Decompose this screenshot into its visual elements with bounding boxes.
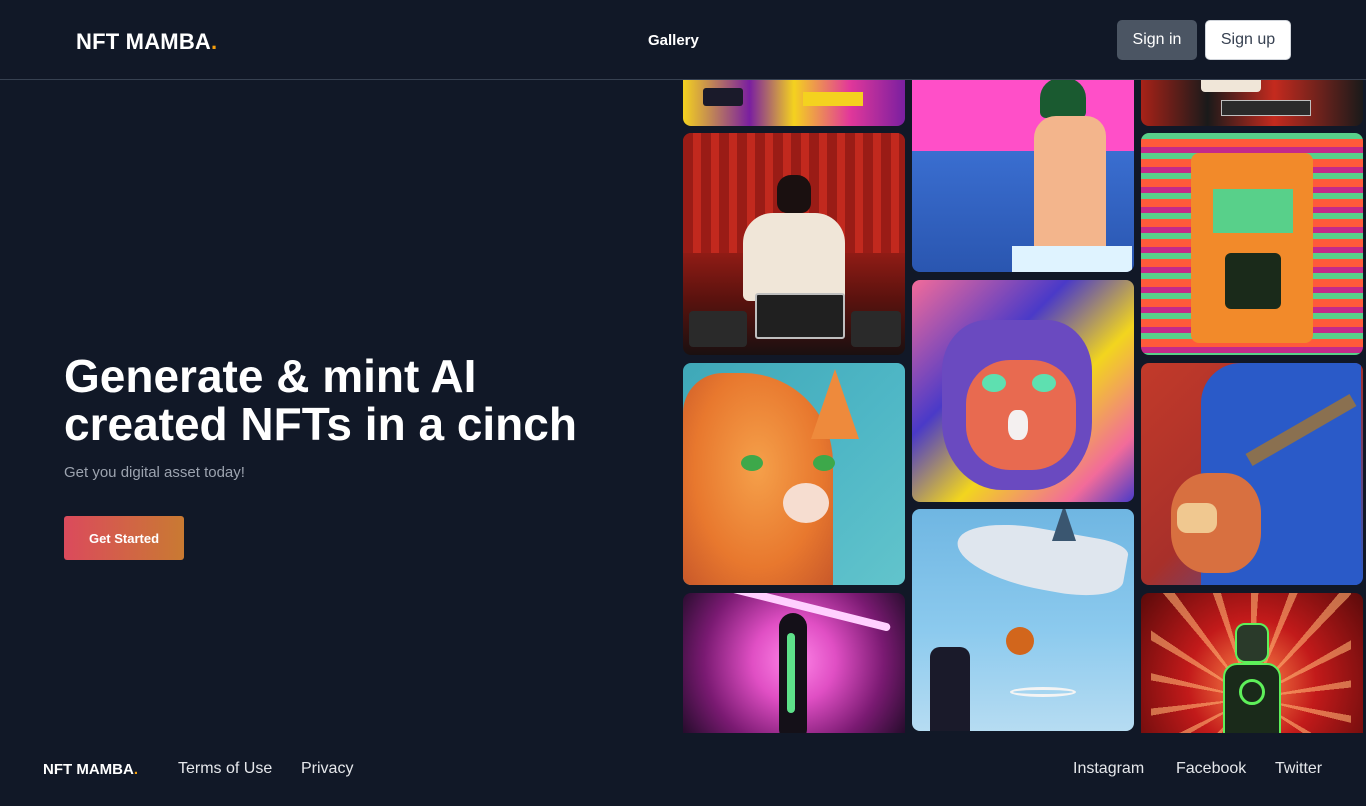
gallery-image-neon-robot-woman[interactable]	[683, 593, 905, 733]
tile-cat-ear	[811, 369, 859, 439]
footer-logo-dot: .	[133, 761, 138, 778]
gallery-image-pixel-boy-sea[interactable]	[912, 80, 1134, 272]
tile-hoop	[1010, 687, 1076, 697]
tile-cat-nose	[1008, 410, 1028, 440]
tile-player	[930, 647, 970, 731]
tile-cat-eye	[982, 374, 1006, 392]
tile-detail	[1221, 100, 1311, 116]
tile-robot-head	[1191, 153, 1313, 343]
brand-logo[interactable]: NFT MAMBA.	[76, 29, 217, 55]
gallery-image-dj-turntables-2[interactable]	[1141, 80, 1363, 126]
gallery-image-pixel-robot-face[interactable]	[1141, 133, 1363, 355]
tile-shark	[952, 514, 1130, 604]
gallery-image-dj-white-suit[interactable]	[683, 133, 905, 355]
tile-boy-hair	[1040, 80, 1086, 118]
sign-in-button[interactable]: Sign in	[1117, 20, 1197, 60]
tile-robot-mouth	[1225, 253, 1281, 309]
tile-robot-glow	[787, 633, 795, 713]
brand-logo-dot: .	[211, 29, 218, 54]
gallery-image-neon-cyborg[interactable]	[1141, 593, 1363, 733]
tile-cat-eye	[813, 455, 835, 471]
tile-boy-shorts	[1012, 246, 1132, 272]
sign-up-button[interactable]: Sign up	[1205, 20, 1291, 60]
gallery-image-pixel-cat[interactable]	[912, 280, 1134, 502]
tile-cat-eye	[741, 455, 763, 471]
tile-turntable-right	[851, 311, 901, 347]
gallery-image-orange-cat[interactable]	[683, 363, 905, 585]
gallery-image-dj-turntables[interactable]	[683, 80, 905, 126]
gallery-image-shark-basketball[interactable]	[912, 509, 1134, 731]
top-navbar: NFT MAMBA. Gallery Sign in Sign up	[0, 0, 1366, 80]
tile-cat-eye	[1032, 374, 1056, 392]
nft-gallery	[683, 80, 1366, 733]
get-started-button[interactable]: Get Started	[64, 516, 184, 560]
hero-subtitle: Get you digital asset today!	[64, 464, 245, 481]
tile-cyborg-head	[1235, 623, 1269, 663]
footer-instagram-link[interactable]: Instagram	[1073, 760, 1144, 778]
footer-twitter-link[interactable]: Twitter	[1275, 760, 1322, 778]
gallery-image-guitarist[interactable]	[1141, 363, 1363, 585]
brand-logo-text: NFT MAMBA	[76, 29, 211, 54]
tile-basketball	[1006, 627, 1034, 655]
footer-terms-link[interactable]: Terms of Use	[178, 760, 272, 778]
footer-privacy-link[interactable]: Privacy	[301, 760, 353, 778]
tile-detail	[803, 92, 863, 106]
tile-detail	[1201, 80, 1261, 92]
tile-figure-body	[743, 213, 845, 301]
tile-boy-body	[1034, 116, 1106, 256]
tile-hand	[1177, 503, 1217, 533]
footer-logo-text: NFT MAMBA	[43, 761, 134, 778]
footer-facebook-link[interactable]: Facebook	[1176, 760, 1246, 778]
tile-cat-muzzle	[783, 483, 829, 523]
hero-title: Generate & mint AI created NFTs in a cin…	[64, 350, 577, 450]
footer-brand-logo[interactable]: NFT MAMBA.	[43, 761, 138, 778]
tile-figure-head	[777, 175, 811, 213]
tile-mixer	[755, 293, 845, 339]
tile-robot-visor	[1213, 189, 1293, 233]
tile-shark-fin	[1052, 509, 1076, 541]
nav-gallery-link[interactable]: Gallery	[648, 32, 699, 49]
tile-turntable-left	[689, 311, 747, 347]
tile-cyborg-core	[1239, 679, 1265, 705]
tile-detail	[703, 88, 743, 106]
